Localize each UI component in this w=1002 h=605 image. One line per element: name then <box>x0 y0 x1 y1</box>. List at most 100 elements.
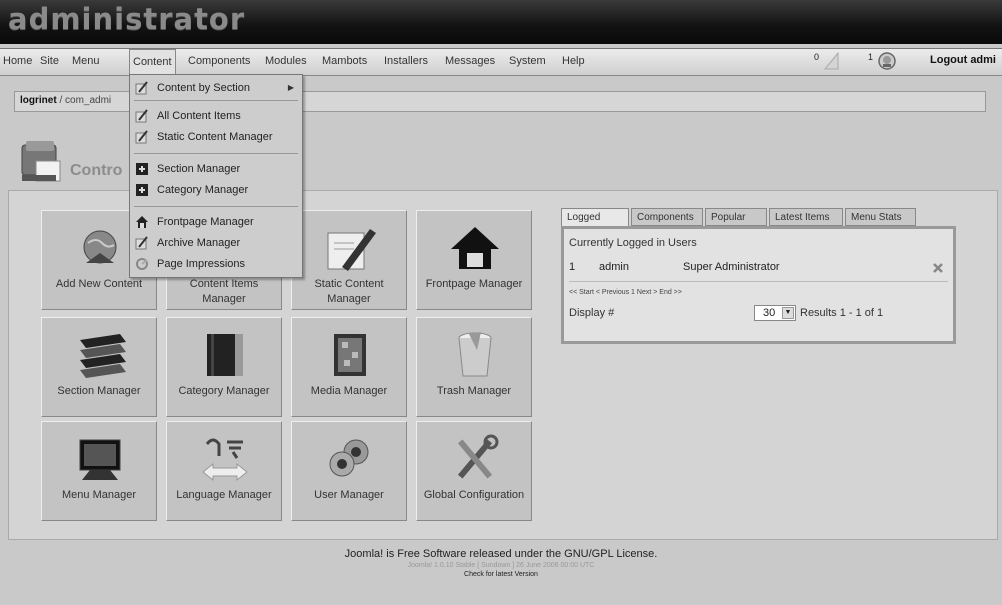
menu-item-section-manager[interactable]: Section Manager <box>130 159 302 179</box>
divider <box>569 281 948 282</box>
film-icon <box>334 334 366 376</box>
menu-item-page-impressions[interactable]: Page Impressions <box>130 254 302 274</box>
menu-messages[interactable]: Messages <box>445 55 495 67</box>
version-text: Joomla! 1.0.10 Stable [ Sundown ] 26 Jun… <box>407 562 595 569</box>
cell-label: Frontpage Manager <box>425 278 523 290</box>
delete-icon[interactable] <box>933 263 943 273</box>
logged-users-panel: Currently Logged in Users 1 admin Super … <box>561 226 956 344</box>
frontpage-manager-button[interactable]: Frontpage Manager <box>416 210 532 310</box>
results-count: Results 1 - 1 of 1 <box>800 307 884 319</box>
display-label: Display # <box>569 307 615 319</box>
menu-item-label: Content by Section <box>157 82 250 94</box>
menu-system[interactable]: System <box>509 55 546 67</box>
tab-logged[interactable]: Logged <box>561 208 629 227</box>
menu-content[interactable]: Content <box>129 49 176 74</box>
cell-label: Trash Manager <box>436 385 512 397</box>
section-icon <box>136 163 148 175</box>
menu-home[interactable]: Home <box>3 55 32 67</box>
menu-item-content-by-section[interactable]: Content by Section ▶ <box>130 78 302 98</box>
category-manager-button[interactable]: Category Manager <box>166 317 282 417</box>
menu-item-label: Frontpage Manager <box>157 216 254 228</box>
mail-icon[interactable] <box>823 51 840 71</box>
home-arrow-icon <box>451 227 499 269</box>
menu-item-static-content-manager[interactable]: Static Content Manager <box>130 127 302 147</box>
menu-menu[interactable]: Menu <box>72 55 100 67</box>
header-bar: administrator <box>0 0 1002 44</box>
pathway-rest: / com_admi <box>56 95 112 106</box>
submenu-arrow-icon: ▶ <box>287 83 294 92</box>
menu-item-frontpage-manager[interactable]: Frontpage Manager <box>130 212 302 232</box>
page-title: Contro <box>70 162 123 179</box>
footer: Joomla! is Free Software released under … <box>0 548 1002 578</box>
category-icon <box>136 184 148 196</box>
menu-separator <box>134 153 298 154</box>
online-users-icon[interactable] <box>877 51 897 71</box>
messages-count: 0 <box>814 52 820 62</box>
global-configuration-button[interactable]: Global Configuration <box>416 421 532 521</box>
menu-item-archive-manager[interactable]: Archive Manager <box>130 233 302 253</box>
pathway-site[interactable]: logrinet <box>20 95 57 106</box>
menu-help[interactable]: Help <box>562 55 585 67</box>
language-icon <box>202 438 248 482</box>
users-icon <box>329 439 369 477</box>
tab-components[interactable]: Components <box>631 208 703 226</box>
stats-tabs: Logged Components Popular Latest Items M… <box>561 208 956 346</box>
monitor-icon <box>79 439 121 480</box>
edit-icon <box>135 81 148 95</box>
menu-components[interactable]: Components <box>188 55 250 67</box>
chevron-down-icon[interactable]: ▼ <box>782 307 794 319</box>
menu-item-label: Page Impressions <box>157 258 246 270</box>
static-content-manager-button[interactable]: Static Content Manager <box>291 210 407 310</box>
menu-manager-button[interactable]: Menu Manager <box>41 421 157 521</box>
row-number: 1 <box>569 261 576 273</box>
menu-item-label: Section Manager <box>157 163 241 175</box>
user-manager-button[interactable]: User Manager <box>291 421 407 521</box>
menu-site[interactable]: Site <box>40 55 59 67</box>
menu-item-label: Archive Manager <box>157 237 241 249</box>
menu-item-label: All Content Items <box>157 110 241 122</box>
pagination[interactable]: << Start < Previous 1 Next > End >> <box>569 289 682 296</box>
book-icon <box>207 334 243 376</box>
cell-label: Global Configuration <box>423 489 525 501</box>
edit-icon <box>135 130 148 144</box>
tab-popular[interactable]: Popular <box>705 208 767 226</box>
content-dropdown-menu: Content by Section ▶ All Content Items S… <box>129 74 303 278</box>
section-manager-button[interactable]: Section Manager <box>41 317 157 417</box>
cell-label-line2: Manager <box>202 293 246 305</box>
row-username[interactable]: admin <box>599 261 629 273</box>
check-version-link[interactable]: Check for latest Version <box>0 571 1002 578</box>
license-text: Joomla! is Free Software released under … <box>344 548 658 560</box>
language-manager-button[interactable]: Language Manager <box>166 421 282 521</box>
stack-icon <box>80 334 126 378</box>
cell-label: User Manager <box>314 489 384 501</box>
impressions-icon <box>136 258 148 270</box>
cell-label: Media Manager <box>310 385 388 397</box>
logout-link[interactable]: Logout admi <box>930 54 996 66</box>
menu-mambots[interactable]: Mambots <box>322 55 367 67</box>
menu-separator <box>134 100 298 101</box>
home-icon <box>136 216 148 228</box>
menu-separator <box>134 206 298 207</box>
menu-item-label: Category Manager <box>157 184 249 196</box>
menu-installers[interactable]: Installers <box>384 55 428 67</box>
users-count: 1 <box>868 52 874 62</box>
control-panel-icon <box>21 141 61 182</box>
globe-icon <box>83 230 117 264</box>
table-row: 1 admin Super Administrator <box>569 259 948 277</box>
cell-label: Add New Content <box>55 278 143 290</box>
panel-header: Currently Logged in Users <box>569 237 697 249</box>
cell-label: Section Manager <box>57 385 141 397</box>
trash-icon <box>458 332 492 377</box>
menu-item-category-manager[interactable]: Category Manager <box>130 180 302 200</box>
menu-modules[interactable]: Modules <box>265 55 307 67</box>
cell-label-line1: Content Items <box>189 278 259 290</box>
cell-label-line2: Manager <box>327 293 371 305</box>
media-manager-button[interactable]: Media Manager <box>291 317 407 417</box>
menu-item-all-content-items[interactable]: All Content Items <box>130 106 302 126</box>
display-select[interactable]: 30 ▼ <box>754 305 796 321</box>
menu-item-label: Static Content Manager <box>157 131 273 143</box>
edit-icon <box>135 109 148 123</box>
tab-menu-stats[interactable]: Menu Stats <box>845 208 916 226</box>
trash-manager-button[interactable]: Trash Manager <box>416 317 532 417</box>
tab-latest-items[interactable]: Latest Items <box>769 208 843 226</box>
